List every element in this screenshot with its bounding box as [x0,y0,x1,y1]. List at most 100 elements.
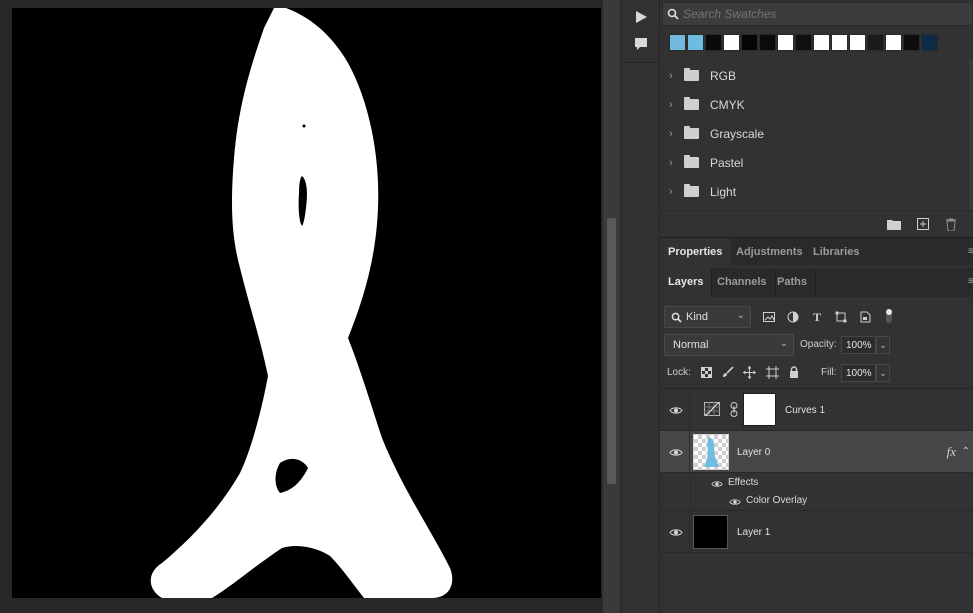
layer-row-curves-1[interactable]: Curves 1 [660,389,973,431]
lock-image-pixels-brush-icon[interactable] [720,364,736,380]
layer-row-layer-1[interactable]: Layer 1 [660,511,973,553]
blend-mode-select[interactable]: Normal ⌄ [664,334,794,356]
tab-properties[interactable]: Properties [660,238,731,266]
recent-swatch[interactable] [687,34,704,51]
layer-name[interactable]: Layer 0 [737,447,770,458]
layer-mask-thumbnail[interactable] [743,393,776,426]
swatch-group-grayscale[interactable]: › Grayscale [660,119,973,148]
fill-label: Fill: [821,367,837,378]
panel-menu-icon[interactable]: ≡ [968,276,973,287]
layer-name[interactable]: Layer 1 [737,527,770,538]
curves-adjustment-icon [704,402,720,416]
eye-visibility-icon[interactable] [668,526,684,538]
recent-swatch[interactable] [831,34,848,51]
new-group-folder-icon[interactable] [886,216,902,232]
chevron-right-icon[interactable]: › [669,99,679,111]
recent-swatch[interactable] [741,34,758,51]
document-canvas[interactable] [12,8,601,598]
filter-kind-label: Kind [686,311,709,323]
recent-swatch[interactable] [885,34,902,51]
layer-row-layer-0[interactable]: Layer 0 fx ⌃ [660,431,973,473]
comment-icon[interactable] [629,33,653,55]
recent-swatch[interactable] [813,34,830,51]
chevron-right-icon[interactable]: › [669,186,679,198]
pixel-filter-icon[interactable] [761,309,777,325]
eye-visibility-icon[interactable] [711,479,723,491]
recent-swatch[interactable] [759,34,776,51]
layer-thumbnail[interactable] [693,434,729,470]
effect-color-overlay[interactable]: Color Overlay [746,495,807,506]
chevron-right-icon[interactable]: › [669,128,679,140]
swatch-group-list: › RGB › CMYK › Grayscale › Pastel › Ligh… [660,61,973,206]
fill-dropdown-button[interactable]: ⌄ [876,364,890,382]
eye-visibility-icon[interactable] [668,404,684,416]
search-icon [671,312,682,323]
chevron-up-icon[interactable]: ⌃ [962,446,970,457]
right-panel-dock: › RGB › CMYK › Grayscale › Pastel › Ligh… [660,0,973,613]
eye-visibility-icon[interactable] [729,497,741,509]
swatch-group-label: RGB [710,68,737,83]
tab-channels[interactable]: Channels [709,268,776,297]
trash-icon[interactable] [943,216,959,232]
recent-swatch[interactable] [795,34,812,51]
recent-swatch[interactable] [867,34,884,51]
shape-filter-icon[interactable] [833,309,849,325]
layer-list: Curves 1 Layer 0 fx ⌃ Effects Color Over… [660,388,973,613]
recent-swatch[interactable] [777,34,794,51]
layer-name[interactable]: Curves 1 [785,405,825,416]
recent-swatch[interactable] [705,34,722,51]
recent-swatch[interactable] [921,34,938,51]
chevron-down-icon: ⌄ [736,310,745,321]
folder-icon [684,126,699,139]
swatch-group-label: Light [710,184,737,199]
chain-link-icon[interactable] [730,402,738,417]
fill-field[interactable]: 100% [841,364,876,382]
swatch-group-label: Grayscale [710,126,765,141]
tab-libraries[interactable]: Libraries [805,238,867,266]
new-swatch-icon[interactable] [915,216,931,232]
layer-thumbnail[interactable] [693,515,728,549]
swatch-group-pastel[interactable]: › Pastel [660,148,973,177]
effects-label[interactable]: Effects [728,477,758,488]
eye-visibility-icon[interactable] [668,446,684,458]
blend-mode-value: Normal [673,339,709,351]
type-filter-icon[interactable]: T [809,309,825,325]
recent-swatch[interactable] [849,34,866,51]
layer-effects-fx-icon[interactable]: fx [947,444,956,460]
lock-artboard-icon[interactable] [764,364,780,380]
recent-swatch[interactable] [903,34,920,51]
opacity-field[interactable]: 100% [841,336,876,354]
tab-layers[interactable]: Layers [660,268,713,297]
recent-swatch[interactable] [669,34,686,51]
folder-icon [684,155,699,168]
recent-swatch[interactable] [723,34,740,51]
opacity-dropdown-button[interactable]: ⌄ [876,336,890,354]
swatch-group-label: Pastel [710,155,744,170]
layers-tab-bar: Layers Channels Paths ≡ [660,268,973,297]
folder-icon [684,68,699,81]
opacity-label: Opacity: [800,339,837,350]
canvas-scrollbar[interactable] [602,0,620,613]
canvas-scroll-thumb[interactable] [607,218,616,484]
chevron-right-icon[interactable]: › [669,157,679,169]
swatch-group-rgb[interactable]: › RGB [660,61,973,90]
play-icon[interactable] [629,6,653,28]
adjustment-filter-icon[interactable] [785,309,801,325]
layer-filter-kind-select[interactable]: Kind ⌄ [664,306,751,328]
swatch-search-bar[interactable] [662,2,973,26]
swatch-group-light[interactable]: › Light [660,177,973,206]
swatch-scrollbar[interactable] [969,60,973,210]
smart-object-filter-icon[interactable] [857,309,873,325]
lock-position-move-icon[interactable] [741,364,757,380]
chevron-right-icon[interactable]: › [669,70,679,82]
tab-paths[interactable]: Paths [769,268,816,297]
filter-toggle-switch[interactable] [885,308,893,324]
swatch-group-cmyk[interactable]: › CMYK [660,90,973,119]
lock-transparent-pixels-icon[interactable] [698,364,714,380]
folder-icon [684,184,699,197]
swatch-footer [660,210,973,236]
panel-menu-icon[interactable]: ≡ [968,246,973,257]
tab-adjustments[interactable]: Adjustments [728,238,811,266]
lock-all-icon[interactable] [786,364,802,380]
swatch-search-input[interactable] [683,7,953,21]
